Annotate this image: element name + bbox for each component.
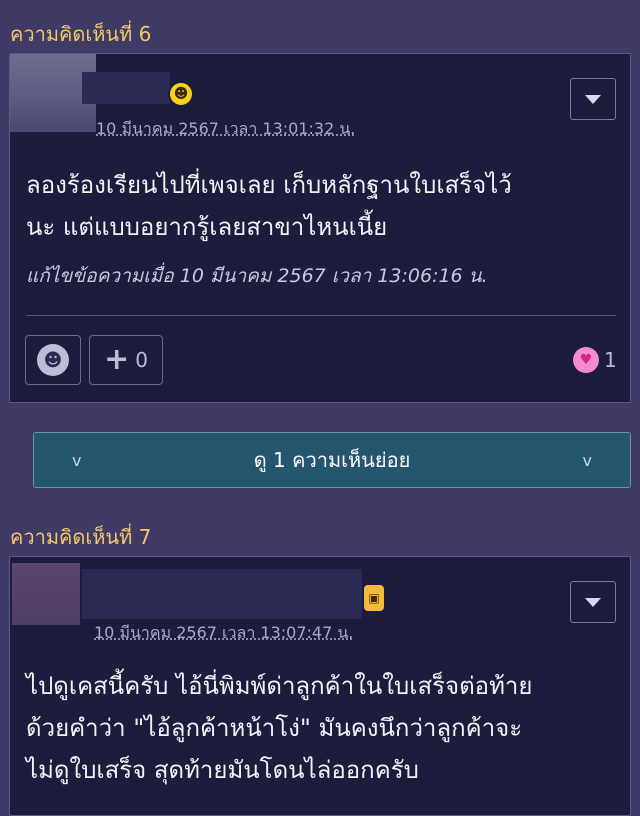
comment-body-line: ไปดูเคสนี้ครับ ไอ้นี่พิมพ์ด่าลูกค้าในใบเ… xyxy=(26,672,533,700)
view-replies-button[interactable]: v ดู 1 ความเห็นย่อย v xyxy=(33,432,631,488)
heart-icon[interactable]: ♥ xyxy=(573,347,599,373)
plus-count: 0 xyxy=(135,348,148,372)
timestamp-link[interactable]: 10 มีนาคม 2567 เวลา 13:01:32 น. xyxy=(96,117,355,142)
comment-body-line: ด้วยคำว่า "ไอ้ลูกค้าหน้าโง่" มันคงนึกว่า… xyxy=(26,714,523,742)
chevron-down-icon xyxy=(585,597,601,607)
chevron-down-icon: v xyxy=(582,450,592,470)
view-replies-label: ดู 1 ความเห็นย่อย xyxy=(253,448,411,472)
comment-6-card: ☻ 10 มีนาคม 2567 เวลา 13:01:32 น. ลองร้อ… xyxy=(9,53,631,403)
comment-body-line: นะ แต่แบบอยากรู้เลยสาขาไหนเนี้ย xyxy=(26,213,388,241)
smiley-icon: ☻ xyxy=(37,344,69,376)
username-blurred[interactable] xyxy=(82,72,170,104)
comment-body-line: ไม่ดูใบเสร็จ สุดท้ายมันโดนไล่ออกครับ xyxy=(26,756,419,784)
divider xyxy=(26,315,616,316)
chevron-down-icon xyxy=(585,94,601,104)
comment-menu-button[interactable] xyxy=(570,78,616,120)
comment-7-card: ▣ 10 มีนาคม 2567 เวลา 13:07:47 น. ไปดูเค… xyxy=(9,556,631,816)
comment-body: ไปดูเคสนี้ครับ ไอ้นี่พิมพ์ด่าลูกค้าในใบเ… xyxy=(26,665,616,791)
plus-vote-button[interactable]: + 0 xyxy=(89,335,163,385)
comment-menu-button[interactable] xyxy=(570,581,616,623)
comment-body: ลองร้องเรียนไปที่เพจเลย เก็บหลักฐานใบเสร… xyxy=(26,164,616,248)
chevron-down-icon: v xyxy=(72,450,82,470)
plus-icon: + xyxy=(104,342,130,377)
comment-7-header: ความคิดเห็นที่ 7 xyxy=(10,525,152,549)
like-count: 1 xyxy=(604,348,617,372)
edit-note: แก้ไขข้อความเมื่อ 10 มีนาคม 2567 เวลา 13… xyxy=(26,265,488,287)
timestamp-link[interactable]: 10 มีนาคม 2567 เวลา 13:07:47 น. xyxy=(94,621,353,646)
comment-body-line: ลองร้องเรียนไปที่เพจเลย เก็บหลักฐานใบเสร… xyxy=(26,171,512,199)
smiley-emoji-icon: ☻ xyxy=(168,81,194,107)
walkie-talkie-icon: ▣ xyxy=(364,585,384,611)
comment-6-header: ความคิดเห็นที่ 6 xyxy=(10,22,152,46)
avatar[interactable] xyxy=(12,563,80,625)
username-blurred[interactable] xyxy=(82,569,362,619)
emotion-button[interactable]: ☻ xyxy=(25,335,81,385)
